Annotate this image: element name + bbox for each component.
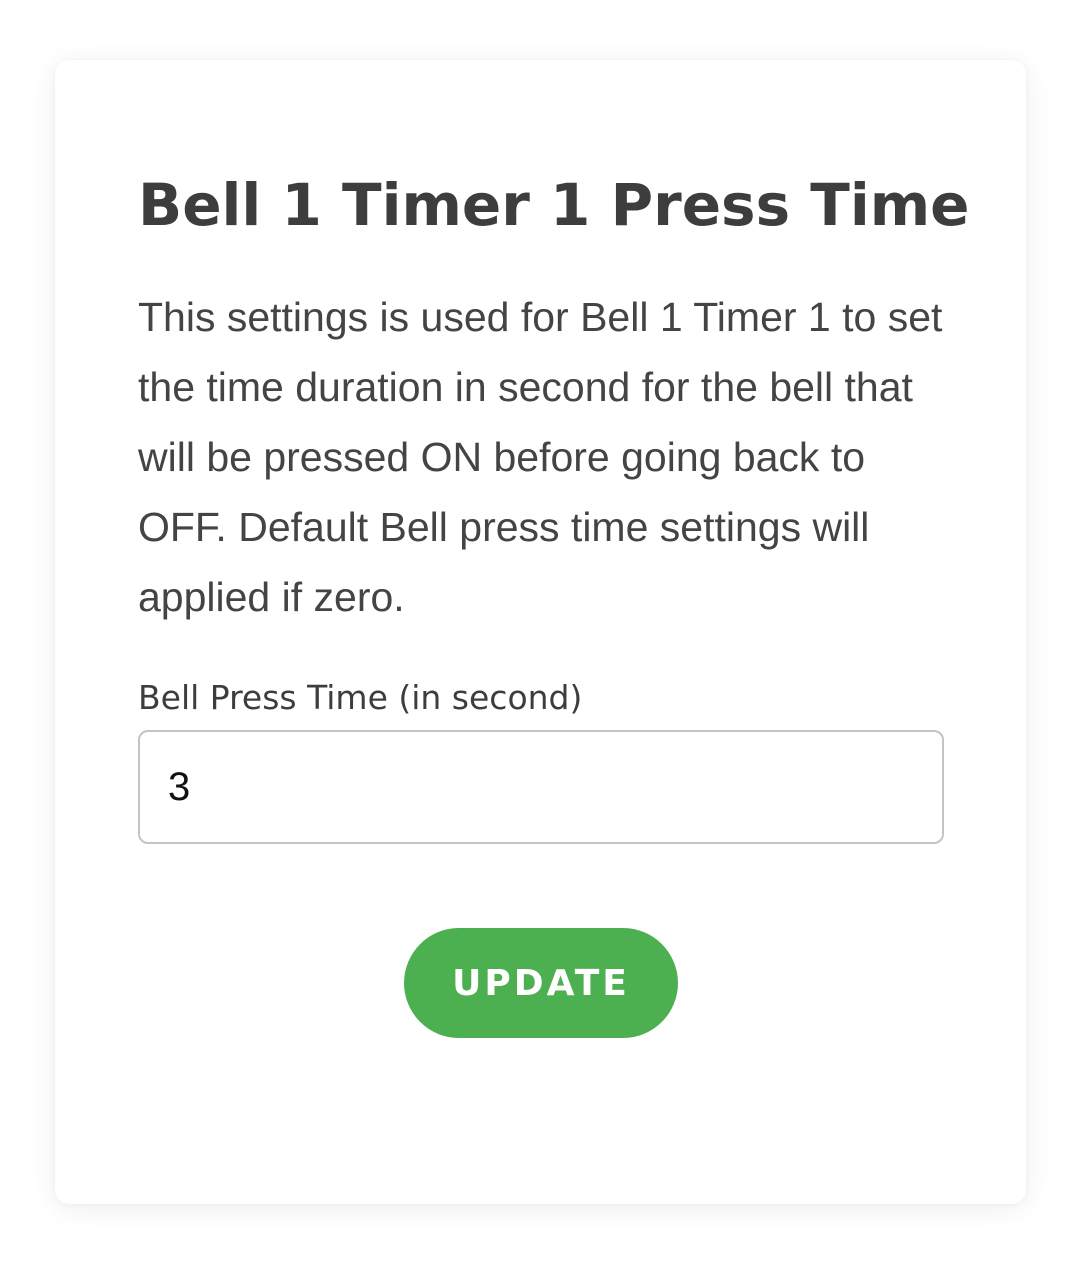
settings-form: Bell 1 Timer 1 Press Time This settings … bbox=[138, 170, 970, 1038]
button-row: UPDATE bbox=[138, 928, 944, 1038]
update-button[interactable]: UPDATE bbox=[404, 928, 678, 1038]
setting-description: This settings is used for Bell 1 Timer 1… bbox=[138, 294, 943, 620]
press-time-input[interactable] bbox=[138, 730, 944, 844]
settings-card: Bell 1 Timer 1 Press Time This settings … bbox=[55, 60, 1026, 1204]
page-title: Bell 1 Timer 1 Press Time bbox=[138, 171, 970, 239]
press-time-label: Bell Press Time (in second) bbox=[138, 678, 583, 717]
